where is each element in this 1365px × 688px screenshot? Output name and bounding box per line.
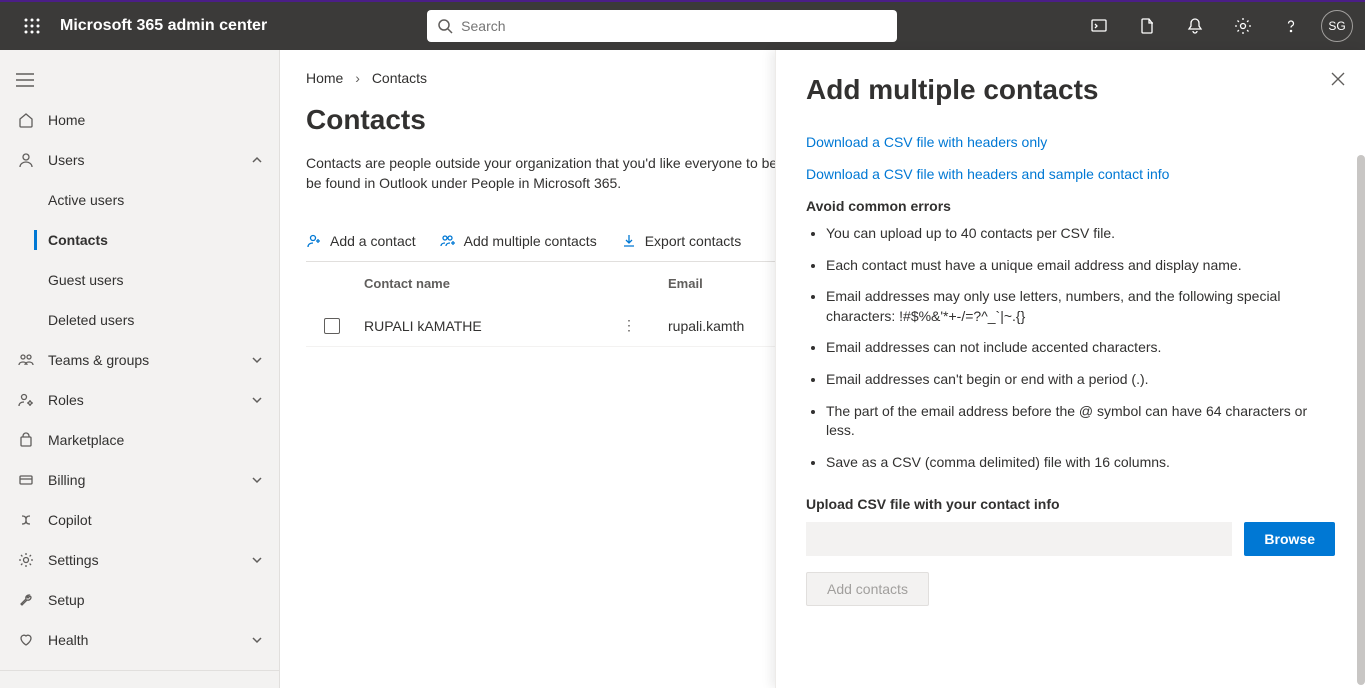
chevron-up-icon (251, 154, 263, 166)
download-icon (621, 233, 637, 249)
search-icon (437, 18, 453, 34)
column-header-email[interactable]: Email (668, 276, 703, 291)
sidebar-item-label: Teams & groups (48, 352, 149, 368)
sidebar-item-copilot[interactable]: Copilot (0, 500, 279, 540)
nav-collapse-button[interactable] (0, 60, 279, 100)
sidebar-item-active-users[interactable]: Active users (0, 180, 279, 220)
nav-sidebar: Home Users Active users Contacts Guest u… (0, 50, 280, 688)
command-label: Export contacts (645, 233, 742, 249)
sidebar-item-label: Copilot (48, 512, 92, 528)
browse-button[interactable]: Browse (1244, 522, 1335, 556)
sidebar-item-roles[interactable]: Roles (0, 380, 279, 420)
sidebar-item-label: Setup (48, 592, 85, 608)
group-icon (16, 352, 36, 368)
sidebar-item-teams-groups[interactable]: Teams & groups (0, 340, 279, 380)
chevron-down-icon (251, 554, 263, 566)
copilot-icon (16, 512, 36, 528)
sidebar-item-users[interactable]: Users (0, 140, 279, 180)
cell-email: rupali.kamth (668, 318, 744, 334)
gear-icon (16, 552, 36, 568)
list-item: You can upload up to 40 contacts per CSV… (826, 224, 1335, 244)
errors-list: You can upload up to 40 contacts per CSV… (826, 224, 1335, 472)
search-container (427, 10, 897, 42)
heart-icon (16, 632, 36, 648)
sidebar-item-label: Deleted users (48, 312, 134, 328)
header-actions: SG (1077, 2, 1357, 50)
search-box[interactable] (427, 10, 897, 42)
sidebar-item-deleted-users[interactable]: Deleted users (0, 300, 279, 340)
list-item: Save as a CSV (comma delimited) file wit… (826, 453, 1335, 473)
people-add-icon (440, 233, 456, 249)
sidebar-item-label: Contacts (48, 232, 108, 248)
roles-icon (16, 392, 36, 408)
download-sample-link[interactable]: Download a CSV file with headers and sam… (806, 166, 1335, 182)
add-contacts-button[interactable]: Add contacts (806, 572, 929, 606)
sidebar-item-setup[interactable]: Setup (0, 580, 279, 620)
list-item: Email addresses can not include accented… (826, 338, 1335, 358)
sidebar-item-health[interactable]: Health (0, 620, 279, 660)
list-item: The part of the email address before the… (826, 402, 1335, 441)
breadcrumb-home[interactable]: Home (306, 70, 343, 86)
person-icon (16, 152, 36, 168)
add-multiple-contacts-button[interactable]: Add multiple contacts (440, 233, 597, 249)
sidebar-item-marketplace[interactable]: Marketplace (0, 420, 279, 460)
sidebar-item-label: Billing (48, 472, 85, 488)
list-item: Email addresses can't begin or end with … (826, 370, 1335, 390)
add-multiple-contacts-panel: Add multiple contacts Download a CSV fil… (775, 50, 1365, 688)
more-actions-icon[interactable]: ⋮ (614, 317, 644, 334)
column-header-name[interactable]: Contact name (364, 276, 644, 291)
sidebar-item-label: Marketplace (48, 432, 124, 448)
panel-title: Add multiple contacts (806, 74, 1335, 106)
chevron-right-icon: › (355, 70, 360, 86)
chevron-down-icon (251, 394, 263, 406)
export-contacts-button[interactable]: Export contacts (621, 233, 742, 249)
settings-icon[interactable] (1221, 2, 1265, 50)
bag-icon (16, 432, 36, 448)
sidebar-item-label: Roles (48, 392, 84, 408)
list-item: Email addresses may only use letters, nu… (826, 287, 1335, 326)
chevron-down-icon (251, 474, 263, 486)
sidebar-item-label: Home (48, 112, 85, 128)
command-label: Add multiple contacts (464, 233, 597, 249)
sidebar-item-label: Active users (48, 192, 124, 208)
row-checkbox[interactable] (324, 318, 340, 334)
errors-heading: Avoid common errors (806, 198, 1335, 214)
chevron-down-icon (251, 634, 263, 646)
upload-label: Upload CSV file with your contact info (806, 496, 1335, 512)
person-add-icon (306, 233, 322, 249)
global-header: Microsoft 365 admin center SG (0, 0, 1365, 50)
sidebar-item-contacts[interactable]: Contacts (0, 220, 279, 260)
shell-icon[interactable] (1077, 2, 1121, 50)
sidebar-section-admin-centers: Admin centers (0, 670, 279, 688)
sidebar-item-label: Users (48, 152, 85, 168)
home-icon (16, 112, 36, 128)
close-panel-button[interactable] (1331, 72, 1345, 86)
panel-scrollbar[interactable] (1357, 155, 1365, 685)
whatsnew-icon[interactable] (1125, 2, 1169, 50)
sidebar-item-home[interactable]: Home (0, 100, 279, 140)
app-title: Microsoft 365 admin center (60, 17, 267, 35)
account-avatar[interactable]: SG (1321, 10, 1353, 42)
list-item: Each contact must have a unique email ad… (826, 256, 1335, 276)
chevron-down-icon (251, 354, 263, 366)
sidebar-item-label: Guest users (48, 272, 123, 288)
download-headers-link[interactable]: Download a CSV file with headers only (806, 134, 1335, 150)
upload-row: Browse (806, 522, 1335, 556)
app-launcher-icon[interactable] (8, 2, 56, 50)
notifications-icon[interactable] (1173, 2, 1217, 50)
sidebar-item-guest-users[interactable]: Guest users (0, 260, 279, 300)
sidebar-item-settings[interactable]: Settings (0, 540, 279, 580)
wrench-icon (16, 592, 36, 608)
upload-path-input[interactable] (806, 522, 1232, 556)
command-label: Add a contact (330, 233, 416, 249)
card-icon (16, 472, 36, 488)
sidebar-item-billing[interactable]: Billing (0, 460, 279, 500)
help-icon[interactable] (1269, 2, 1313, 50)
add-contact-button[interactable]: Add a contact (306, 233, 416, 249)
search-input[interactable] (461, 18, 887, 34)
sidebar-item-label: Health (48, 632, 88, 648)
cell-contact-name: RUPALI kAMATHE (364, 318, 482, 334)
sidebar-item-label: Settings (48, 552, 99, 568)
breadcrumb-current: Contacts (372, 70, 427, 86)
